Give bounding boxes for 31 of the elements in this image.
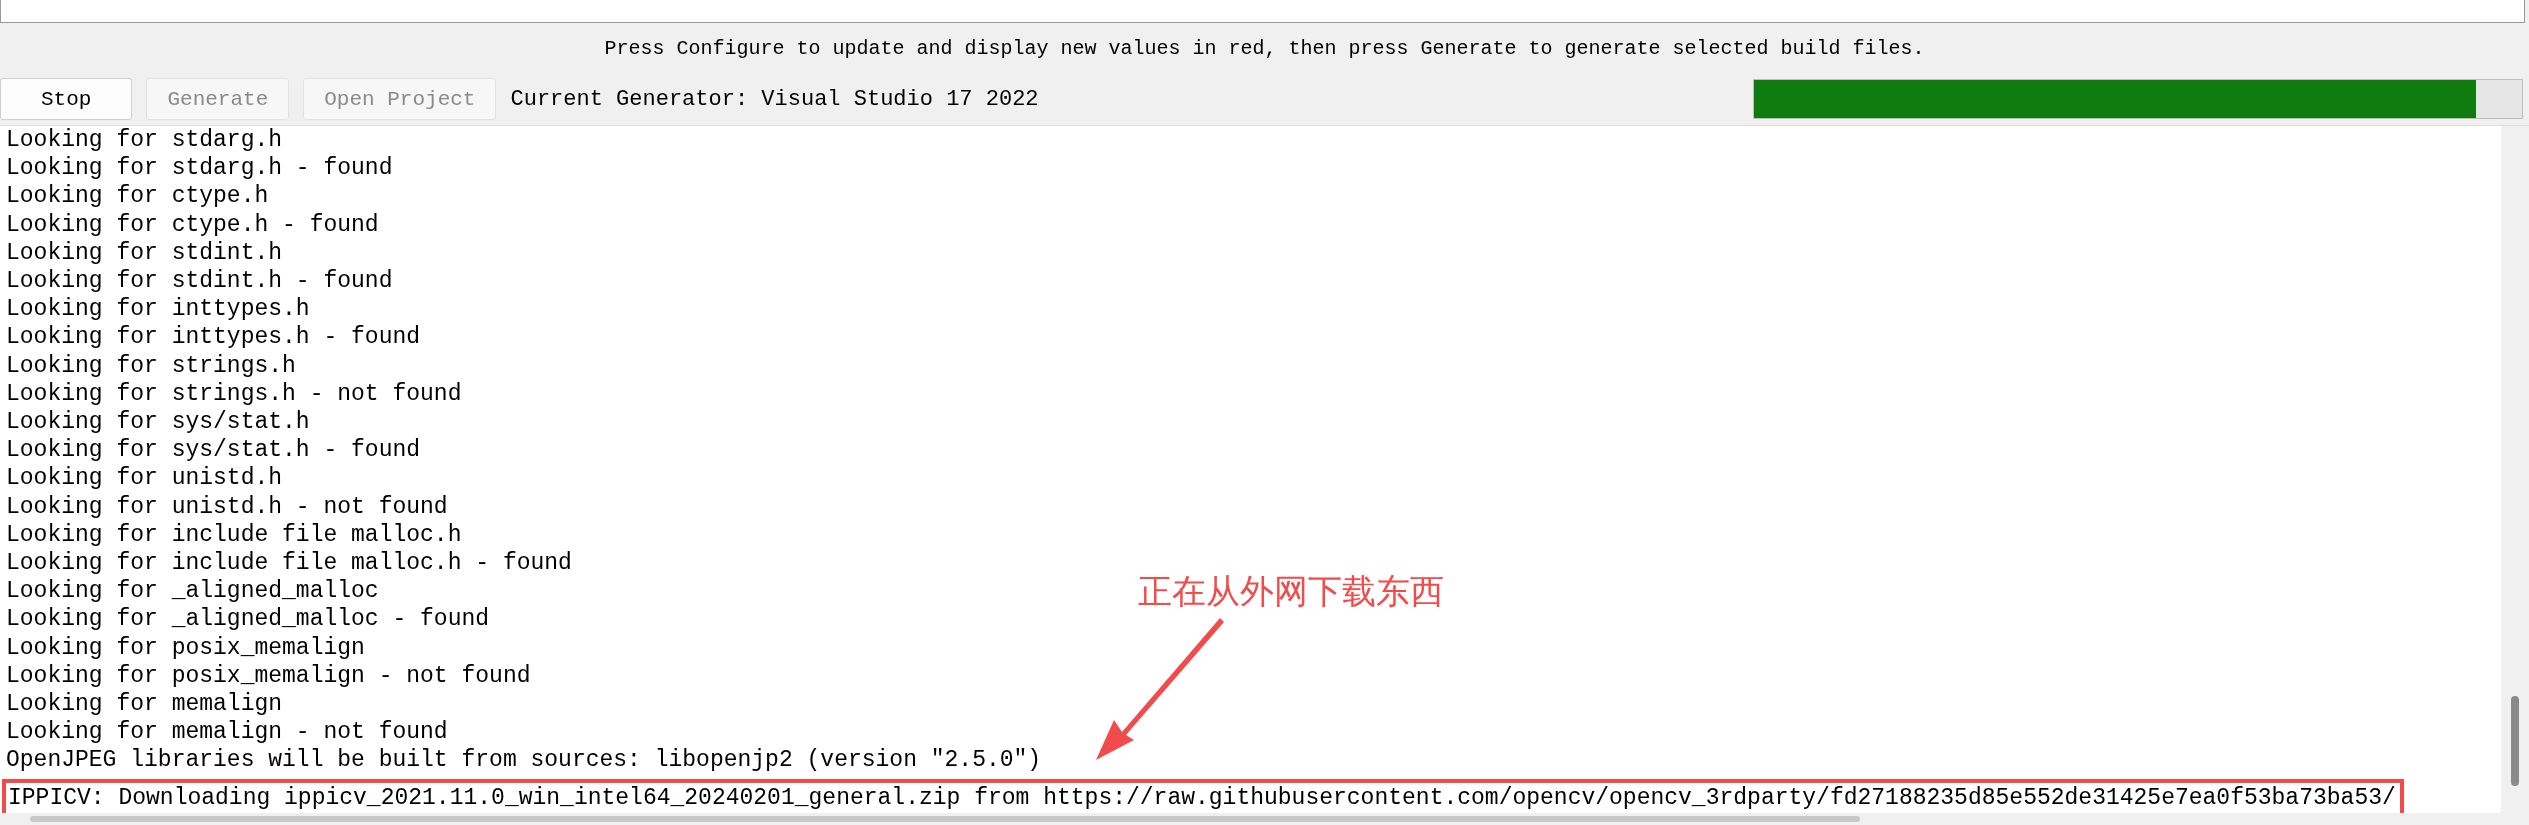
annotation-text: 正在从外网下载东西 xyxy=(1138,570,1444,613)
scrollbar-thumb[interactable] xyxy=(2511,696,2519,786)
toolbar-button[interactable]: Stop xyxy=(0,78,133,120)
log-line: Looking for posix_memalign - not found xyxy=(6,661,531,691)
log-line: Looking for _aligned_malloc xyxy=(6,577,379,606)
log-line: Looking for ctype.h - found xyxy=(6,210,379,239)
log-line: Looking for include file malloc.h - found xyxy=(6,549,572,578)
log-line: Looking for inttypes.h xyxy=(6,295,310,324)
log-line: Looking for strings.h xyxy=(6,351,296,380)
log-line: Looking for strings.h - not found xyxy=(6,379,462,409)
log-line: Looking for include file malloc.h xyxy=(6,520,462,550)
log-line: OpenJPEG libraries will be built from sources: libopenjp2 (version "2.5.0") xyxy=(6,746,1042,775)
log-line: Looking for posix_memalign xyxy=(6,633,365,662)
vertical-scrollbar[interactable] xyxy=(2501,126,2529,813)
log-line: Looking for inttypes.h - found xyxy=(6,323,421,352)
log-line: Looking for unistd.h - not found xyxy=(6,492,448,521)
log-line: Looking for memalign - not found xyxy=(6,718,448,747)
search-field[interactable] xyxy=(0,0,2525,23)
generator-label: Current Generator: Visual Studio 17 2022 xyxy=(510,86,1039,112)
log-line: Looking for unistd.h xyxy=(6,464,283,493)
log-line: Looking for sys/stat.h xyxy=(6,408,310,437)
log-line: Looking for sys/stat.h - found xyxy=(6,436,421,465)
log-line: Looking for stdarg.h - found xyxy=(6,154,393,183)
log-line: Looking for stdint.h - found xyxy=(6,267,393,296)
log-line: Looking for stdint.h xyxy=(6,238,283,267)
scrollbar-thumb[interactable] xyxy=(30,816,1860,822)
hint-text: Press Configure to update and display new values in red, then press Generate to generate selected build files. xyxy=(604,36,1925,60)
log-line: Looking for stdarg.h xyxy=(6,126,283,155)
log-line: Looking for _aligned_malloc - found xyxy=(6,605,490,634)
log-line: Looking for memalign xyxy=(6,690,283,719)
log-line: Looking for ctype.h xyxy=(6,182,269,211)
